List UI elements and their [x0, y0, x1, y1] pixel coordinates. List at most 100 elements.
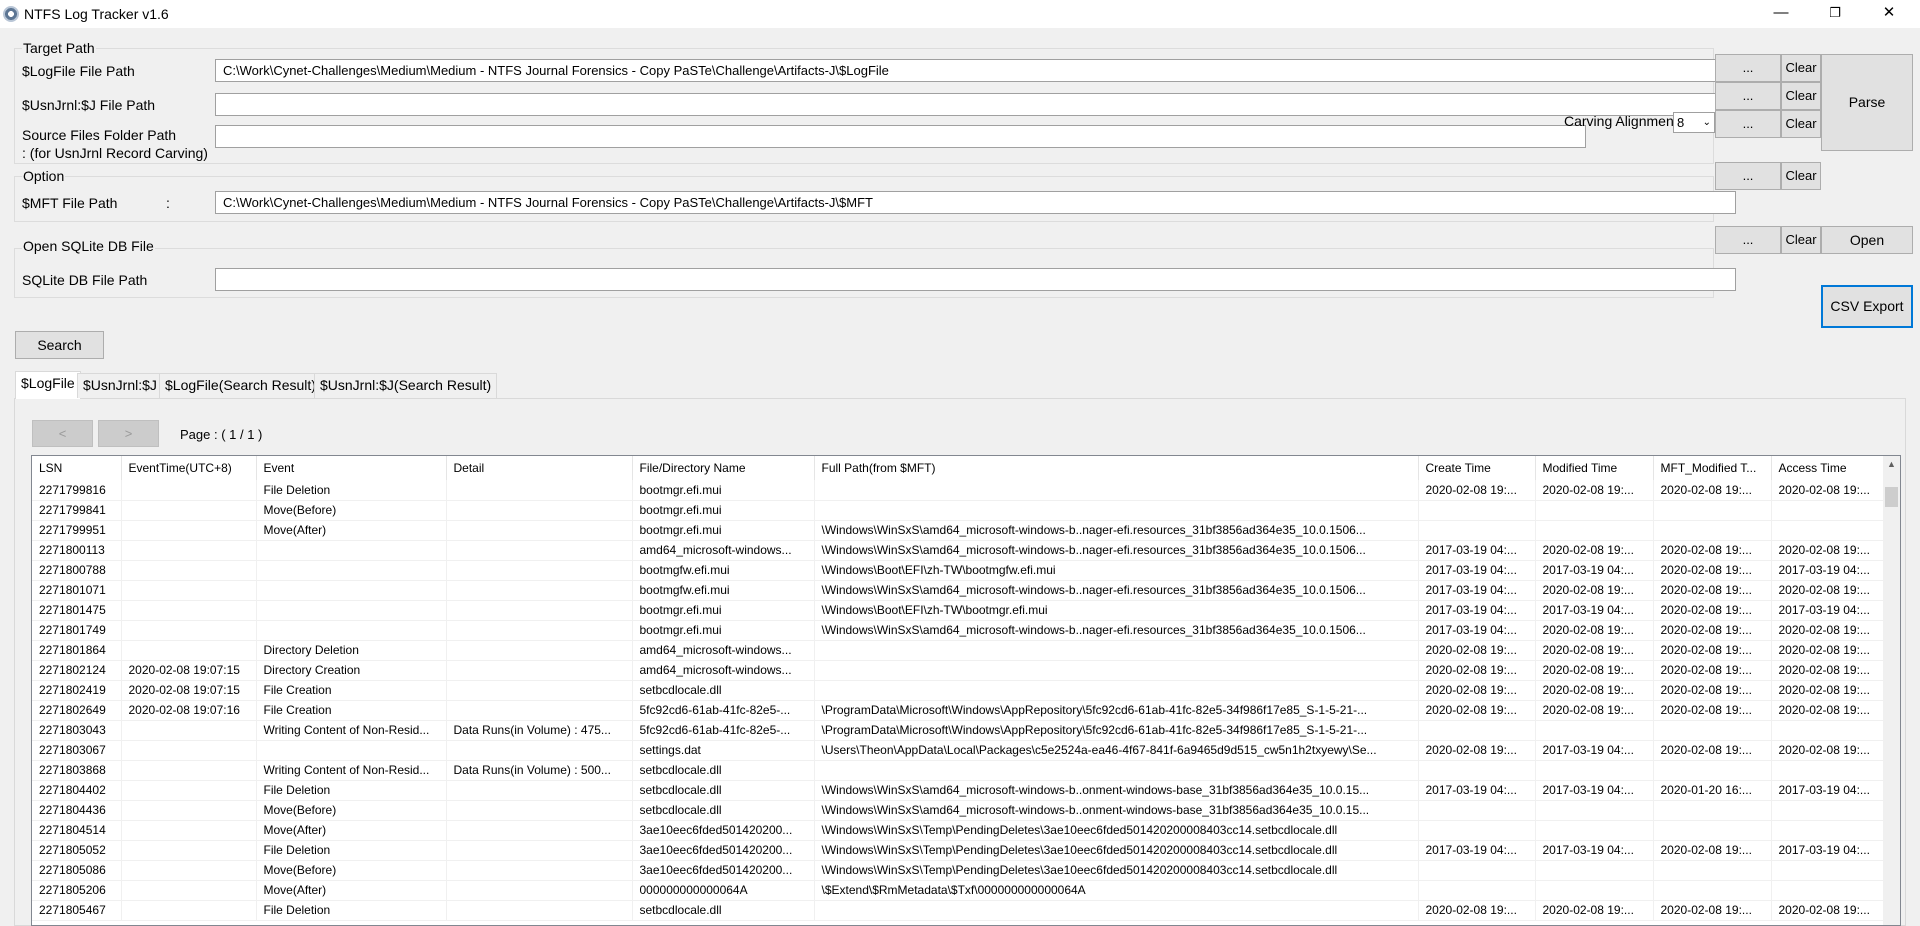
table-cell: File Deletion: [256, 840, 447, 861]
table-row[interactable]: 2271799816 File Deletion bootmgr.efi.mui 20…: [32, 480, 1884, 501]
table-cell: [814, 900, 1419, 921]
table-row[interactable]: 2271800788 bootmgfw.efi.mui \Windows\Boot\…: [32, 560, 1884, 581]
csv-export-button[interactable]: CSV Export: [1821, 285, 1913, 328]
table-cell: [121, 520, 257, 541]
tab-usnjrnl-search-result[interactable]: $UsnJrnl:$J(Search Result): [314, 373, 498, 398]
column-header[interactable]: LSN: [32, 456, 122, 480]
usnjrnl-clear-button[interactable]: Clear: [1781, 82, 1821, 110]
maximize-button[interactable]: ❐: [1812, 0, 1858, 28]
table-row[interactable]: 2271803043 Writing Content of Non-Resid..…: [32, 720, 1884, 741]
table-row[interactable]: 2271804514 Move(After) 3ae10eec6fded501420…: [32, 820, 1884, 841]
table-row[interactable]: 2271799951 Move(After) bootmgr.efi.mui \Win…: [32, 520, 1884, 541]
table-row[interactable]: 2271805086 Move(Before) 3ae10eec6fded50142…: [32, 860, 1884, 881]
tab-logfile[interactable]: $LogFile: [15, 371, 81, 399]
source-folder-field[interactable]: [215, 125, 1586, 148]
mft-path-field[interactable]: C:\Work\Cynet-Challenges\Medium\Medium -…: [215, 191, 1736, 214]
usnjrnl-path-field[interactable]: [215, 93, 1736, 116]
table-cell: 2017-03-19 04:...: [1418, 620, 1536, 641]
usnjrnl-browse-button[interactable]: ...: [1715, 82, 1781, 110]
table-cell: 2020-02-08 19:...: [1653, 620, 1772, 641]
table-cell: [256, 600, 447, 621]
table-row[interactable]: 2271799841 Move(Before) bootmgr.efi.mui: [32, 500, 1884, 521]
column-header[interactable]: Create Time: [1418, 456, 1536, 480]
logfile-browse-button[interactable]: ...: [1715, 54, 1781, 82]
close-button[interactable]: ✕: [1866, 0, 1912, 28]
column-header[interactable]: File/Directory Name: [632, 456, 815, 480]
table-row[interactable]: 2271803067 settings.dat \Users\Theon\AppDa…: [32, 740, 1884, 761]
vertical-scrollbar[interactable]: ▲: [1883, 456, 1900, 925]
table-cell: setbcdlocale.dll: [632, 780, 815, 801]
table-cell: 2020-02-08 19:...: [1653, 480, 1772, 501]
mft-clear-button[interactable]: Clear: [1781, 162, 1821, 190]
table-cell: bootmgfw.efi.mui: [632, 560, 815, 581]
table-cell: Move(Before): [256, 500, 447, 521]
table-cell: [1771, 860, 1884, 881]
table-row[interactable]: 2271801475 bootmgr.efi.mui \Windows\Boot\E…: [32, 600, 1884, 621]
table-cell: 2271805206: [32, 880, 122, 901]
table-cell: [1535, 880, 1654, 901]
table-row[interactable]: 2271805467 File Deletion setbcdlocale.dll 2…: [32, 900, 1884, 921]
table-cell: [446, 600, 633, 621]
tab-logfile-search-result[interactable]: $LogFile(Search Result): [159, 373, 322, 398]
table-cell: [446, 480, 633, 501]
minimize-button[interactable]: —: [1758, 0, 1804, 28]
column-header[interactable]: MFT_Modified T...: [1653, 456, 1772, 480]
table-cell: 2017-03-19 04:...: [1771, 840, 1884, 861]
table-row[interactable]: 2271802124 2020-02-08 19:07:15 Directory C…: [32, 660, 1884, 681]
table-row[interactable]: 2271801864 Directory Deletion amd64_micros…: [32, 640, 1884, 661]
table-row[interactable]: 2271801749 bootmgr.efi.mui \Windows\WinSxS…: [32, 620, 1884, 641]
column-header[interactable]: EventTime(UTC+8): [121, 456, 257, 480]
table-cell: 2020-02-08 19:...: [1771, 620, 1884, 641]
table-row[interactable]: 2271800113 amd64_microsoft-windows... \Win…: [32, 540, 1884, 561]
table-cell: Data Runs(in Volume) : 500...: [446, 760, 633, 781]
table-cell: [121, 880, 257, 901]
search-button[interactable]: Search: [15, 331, 104, 359]
table-cell: [1535, 520, 1654, 541]
table-row[interactable]: 2271804436 Move(Before) setbcdlocale.dll \W…: [32, 800, 1884, 821]
scroll-up-icon[interactable]: ▲: [1883, 456, 1900, 473]
table-row[interactable]: 2271803868 Writing Content of Non-Resid..…: [32, 760, 1884, 781]
table-cell: [1535, 760, 1654, 781]
prev-page-button[interactable]: <: [32, 420, 93, 447]
table-row[interactable]: 2271802649 2020-02-08 19:07:16 File Creati…: [32, 700, 1884, 721]
table-cell: 2020-02-08 19:...: [1535, 700, 1654, 721]
sqlite-db-path-field[interactable]: [215, 268, 1736, 291]
table-cell: 2271801071: [32, 580, 122, 601]
table-cell: \Windows\WinSxS\Temp\PendingDeletes\3ae1…: [814, 860, 1419, 881]
table-cell: Move(After): [256, 520, 447, 541]
column-header[interactable]: Full Path(from $MFT): [814, 456, 1419, 480]
source-clear-button[interactable]: Clear: [1781, 110, 1821, 138]
next-page-button[interactable]: >: [98, 420, 159, 447]
table-cell: 2020-02-08 19:...: [1771, 900, 1884, 921]
sqlite-clear-button[interactable]: Clear: [1781, 226, 1821, 254]
table-row[interactable]: 2271805206 Move(After) 000000000000064A \$E…: [32, 880, 1884, 901]
column-header[interactable]: Event: [256, 456, 447, 480]
column-header[interactable]: Access Time: [1771, 456, 1884, 480]
open-db-button[interactable]: Open: [1821, 226, 1913, 254]
mft-browse-button[interactable]: ...: [1715, 162, 1781, 190]
sqlite-browse-button[interactable]: ...: [1715, 226, 1781, 254]
table-cell: \Windows\Boot\EFI\zh-TW\bootmgr.efi.mui: [814, 600, 1419, 621]
table-row[interactable]: 2271804402 File Deletion setbcdlocale.dll \…: [32, 780, 1884, 801]
carving-alignment-select[interactable]: 8 ⌄: [1673, 112, 1715, 133]
table-row[interactable]: 2271801071 bootmgfw.efi.mui \Windows\WinSx…: [32, 580, 1884, 601]
table-cell: 2020-02-08 19:...: [1418, 640, 1536, 661]
table-cell: 2271801864: [32, 640, 122, 661]
parse-button[interactable]: Parse: [1821, 54, 1913, 151]
table-cell: 2020-02-08 19:...: [1653, 560, 1772, 581]
table-row[interactable]: 2271805052 File Deletion 3ae10eec6fded5014…: [32, 840, 1884, 861]
source-browse-button[interactable]: ...: [1715, 110, 1781, 138]
table-cell: 2020-02-08 19:...: [1418, 660, 1536, 681]
logfile-path-field[interactable]: C:\Work\Cynet-Challenges\Medium\Medium -…: [215, 59, 1736, 82]
logfile-clear-button[interactable]: Clear: [1781, 54, 1821, 82]
scrollbar-thumb[interactable]: [1885, 487, 1898, 507]
table-cell: [1418, 720, 1536, 741]
column-header[interactable]: Detail: [446, 456, 633, 480]
table-cell: 2020-02-08 19:07:15: [121, 680, 257, 701]
table-cell: [1653, 500, 1772, 521]
table-row[interactable]: 2271802419 2020-02-08 19:07:15 File Creati…: [32, 680, 1884, 701]
table-cell: File Deletion: [256, 780, 447, 801]
table-cell: [121, 480, 257, 501]
tab-usnjrnl[interactable]: $UsnJrnl:$J: [77, 373, 163, 398]
column-header[interactable]: Modified Time: [1535, 456, 1654, 480]
